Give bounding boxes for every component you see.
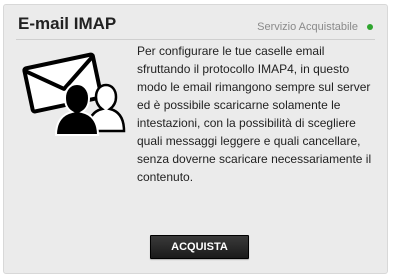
service-status: Servizio Acquistabile [257,21,373,33]
status-indicator-icon [367,24,373,30]
envelope-users-icon [18,49,130,139]
service-card: E-mail IMAP Servizio Acquistabile Per co… [3,4,388,274]
header-divider [16,39,375,40]
service-title: E-mail IMAP [18,14,117,33]
service-description: Per configurare le tue caselle email sfr… [137,44,372,184]
status-text: Servizio Acquistabile [257,21,358,33]
card-header: E-mail IMAP Servizio Acquistabile [4,5,387,40]
buy-button[interactable]: ACQUISTA [150,235,249,259]
